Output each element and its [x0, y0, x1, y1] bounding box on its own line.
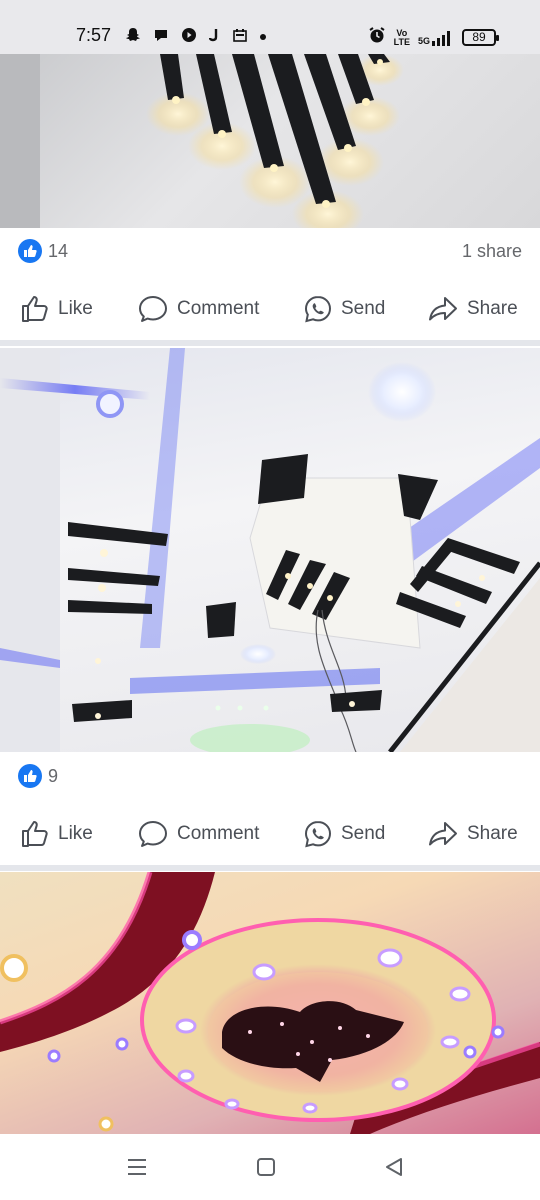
post-image[interactable] — [0, 872, 540, 1134]
post-reactions-bar: 14 1 share — [18, 238, 522, 264]
like-reaction-icon — [18, 239, 42, 263]
signal-icon: 5G — [418, 30, 454, 46]
ceiling-photo-3 — [0, 872, 540, 1134]
status-bar: 7:57 Vo LTE 5G 89 — [0, 0, 540, 54]
thumbs-up-icon — [20, 294, 50, 324]
share-button[interactable]: Share — [427, 819, 518, 849]
volte-indicator: Vo LTE — [393, 27, 410, 47]
menu-icon[interactable] — [126, 1156, 148, 1183]
battery-icon: 89 — [462, 29, 499, 46]
like-reaction-icon — [18, 764, 42, 788]
post-image[interactable] — [0, 348, 540, 752]
share-arrow-icon — [427, 294, 459, 324]
chat-bubble-icon — [153, 27, 169, 47]
post-divider — [0, 340, 540, 346]
post-divider — [0, 865, 540, 871]
share-button[interactable]: Share — [427, 294, 518, 324]
whatsapp-icon — [303, 819, 333, 849]
post-actions: Like Comment Send Share — [0, 809, 540, 859]
ceiling-photo-1 — [0, 54, 404, 228]
play-icon — [181, 27, 197, 47]
comment-button[interactable]: Comment — [137, 819, 259, 849]
send-button[interactable]: Send — [303, 294, 385, 324]
comment-icon — [137, 294, 169, 324]
back-icon[interactable] — [383, 1156, 405, 1183]
whatsapp-icon — [303, 294, 333, 324]
j-app-icon — [208, 27, 221, 47]
snapchat-icon — [125, 27, 141, 47]
thumbs-up-icon — [20, 819, 50, 849]
calendar-app-icon — [233, 28, 247, 46]
notification-icons — [125, 27, 267, 47]
home-icon[interactable] — [256, 1156, 276, 1183]
share-arrow-icon — [427, 819, 459, 849]
system-nav-bar — [0, 1134, 540, 1200]
like-count[interactable]: 9 — [48, 766, 58, 787]
status-time: 7:57 — [76, 25, 112, 45]
like-button[interactable]: Like — [20, 294, 93, 324]
ceiling-photo-2 — [0, 348, 540, 752]
alarm-icon — [368, 26, 386, 49]
post-reactions-bar: 9 — [18, 763, 522, 789]
post-actions: Like Comment Send Share — [0, 284, 540, 334]
post-image[interactable] — [0, 54, 540, 228]
like-button[interactable]: Like — [20, 819, 93, 849]
dot-icon — [259, 29, 267, 45]
send-button[interactable]: Send — [303, 819, 385, 849]
comment-icon — [137, 819, 169, 849]
like-count[interactable]: 14 — [48, 241, 68, 262]
share-count[interactable]: 1 share — [462, 241, 522, 262]
status-indicators: Vo LTE 5G 89 — [368, 26, 499, 49]
comment-button[interactable]: Comment — [137, 294, 259, 324]
